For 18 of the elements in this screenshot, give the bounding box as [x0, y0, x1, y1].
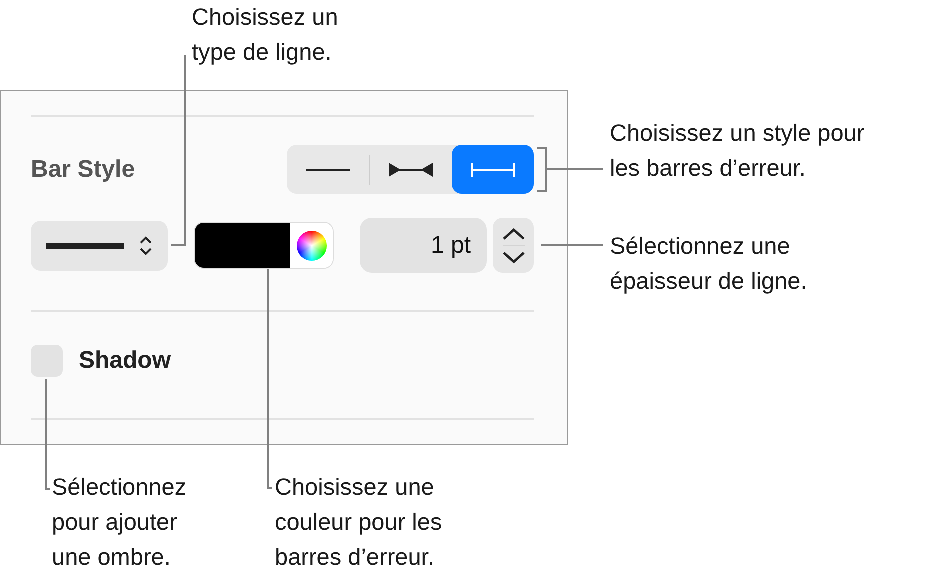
- callout-text: Choisissez un type de ligne.: [192, 3, 338, 67]
- callout-text: Choisissez un style pour les barres d’erreur.: [610, 119, 865, 183]
- color-well[interactable]: [195, 223, 333, 268]
- line-icon: [306, 168, 350, 172]
- thickness-field[interactable]: 1 pt: [360, 218, 487, 273]
- callout-text: Choisissez une couleur pour les barres d’erreur.: [275, 473, 442, 572]
- up-down-chevron-icon: [139, 234, 154, 256]
- section-label: Bar Style: [31, 156, 136, 184]
- callout-text: Sélectionnez pour ajouter une ombre.: [52, 473, 187, 572]
- inward-arrows-icon: [389, 162, 433, 178]
- leader-line: [541, 244, 603, 246]
- capped-line-icon: [471, 162, 515, 178]
- line-sample-icon: [46, 242, 124, 248]
- callout-text: Sélectionnez une épaisseur de ligne.: [610, 232, 808, 296]
- line-type-popup[interactable]: [31, 220, 168, 270]
- stepper[interactable]: [493, 218, 534, 273]
- checkbox-label: Shadow: [79, 347, 172, 375]
- leader-line: [536, 147, 604, 192]
